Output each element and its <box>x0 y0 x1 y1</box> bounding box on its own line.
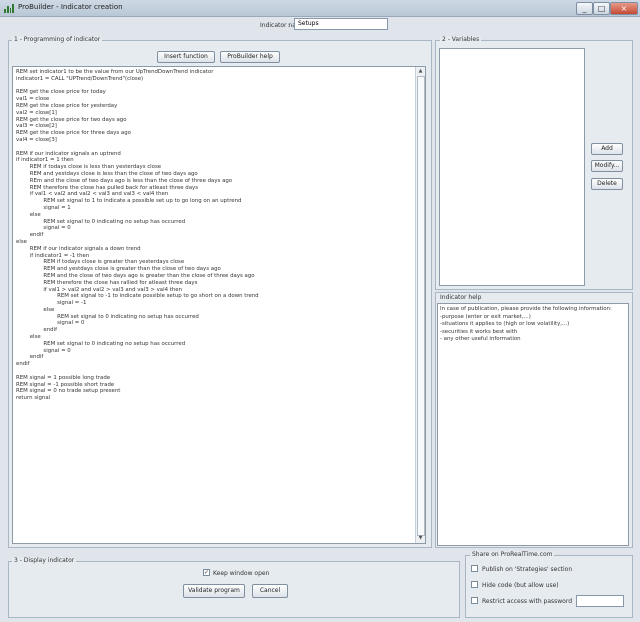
indicator-help-title: Indicator help <box>440 294 482 301</box>
title-bar: ProBuilder - Indicator creation _ □ × <box>0 0 640 17</box>
restrict-access-checkbox[interactable] <box>471 597 478 604</box>
restrict-access-label: Restrict access with password <box>482 598 573 605</box>
close-button[interactable]: × <box>610 2 638 15</box>
password-input[interactable] <box>576 595 624 607</box>
window-title: ProBuilder - Indicator creation <box>18 3 123 11</box>
code-text: REM set indicator1 to be the value from … <box>16 69 259 402</box>
indicator-name-colon: : <box>288 22 291 29</box>
indicator-help-text: In case of publication, please provide t… <box>440 306 612 343</box>
modify-variable-button[interactable]: Modify... <box>591 160 623 172</box>
display-panel-title: 3 - Display indicator <box>12 557 77 564</box>
probuilder-help-button[interactable]: ProBuilder help <box>220 51 280 63</box>
scroll-thumb[interactable] <box>417 76 425 536</box>
keep-window-open-checkbox[interactable]: ✓ <box>203 569 210 576</box>
indicator-name-input[interactable] <box>294 18 388 30</box>
insert-function-button[interactable]: Insert function <box>157 51 215 63</box>
delete-variable-button[interactable]: Delete <box>591 178 623 190</box>
indicator-help-textarea[interactable]: In case of publication, please provide t… <box>437 303 629 546</box>
publish-checkbox[interactable] <box>471 565 478 572</box>
maximize-button[interactable]: □ <box>593 2 610 15</box>
hide-code-label: Hide code (but allow use) <box>482 582 559 589</box>
minimize-button[interactable]: _ <box>576 2 593 15</box>
scroll-up-icon[interactable]: ▲ <box>416 67 425 76</box>
cancel-button[interactable]: Cancel <box>252 584 288 598</box>
share-panel-title: Share on ProRealTime.com <box>470 551 555 558</box>
code-scrollbar[interactable]: ▲ ▼ <box>415 67 425 543</box>
publish-label: Publish on 'Strategies' section <box>482 566 573 573</box>
keep-window-open-label: Keep window open <box>213 570 270 577</box>
add-variable-button[interactable]: Add <box>591 143 623 155</box>
probuilder-app-icon <box>4 3 14 13</box>
validate-program-button[interactable]: Validate program <box>183 584 245 598</box>
scroll-down-icon[interactable]: ▼ <box>416 534 425 543</box>
hide-code-checkbox[interactable] <box>471 581 478 588</box>
programming-panel-title: 1 - Programming of indicator <box>12 36 103 43</box>
variables-list[interactable] <box>439 48 585 286</box>
variables-panel-title: 2 - Variables <box>440 36 482 43</box>
code-editor[interactable]: REM set indicator1 to be the value from … <box>12 66 426 544</box>
